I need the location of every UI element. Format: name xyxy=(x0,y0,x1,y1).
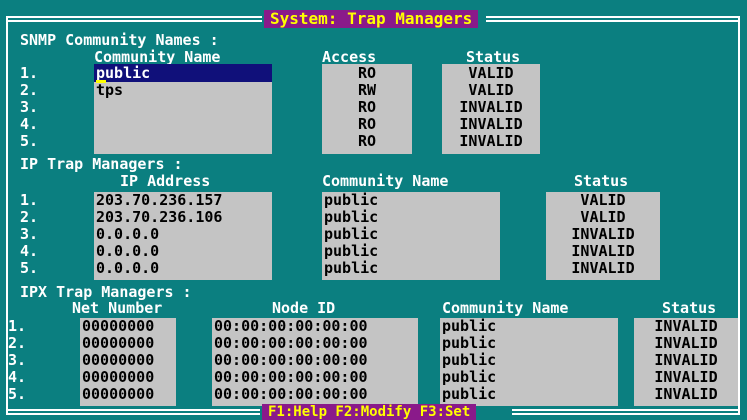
ipx-community-value[interactable]: public xyxy=(442,318,496,335)
ip-status-value[interactable]: VALID xyxy=(546,192,660,209)
snmp-access-value[interactable]: RO xyxy=(322,116,412,133)
ip-status-value[interactable]: INVALID xyxy=(546,260,660,277)
ip-col-status: Status xyxy=(574,172,629,190)
frame-bottom-right-inner xyxy=(512,413,740,415)
ip-heading: IP Trap Managers : xyxy=(20,155,183,173)
frame-top-right-inner xyxy=(486,20,740,22)
ipx-row-num: 3. xyxy=(8,351,27,369)
ip-row-num: 4. xyxy=(20,242,39,260)
snmp-heading: SNMP Community Names : xyxy=(20,31,219,49)
ipx-node-value[interactable]: 00:00:00:00:00:00 xyxy=(214,352,368,369)
ipx-status-value[interactable]: INVALID xyxy=(634,335,738,352)
ip-status-value[interactable]: VALID xyxy=(546,209,660,226)
frame-bottom-left-inner xyxy=(6,413,260,415)
ipx-node-value[interactable]: 00:00:00:00:00:00 xyxy=(214,335,368,352)
ipx-col-net: Net Number xyxy=(72,299,163,317)
ipx-net-value[interactable]: 00000000 xyxy=(82,335,154,352)
snmp-row-num: 1. xyxy=(20,64,39,82)
function-key-bar: F1:Help F2:Modify F3:Set xyxy=(262,404,477,420)
snmp-row-num: 4. xyxy=(20,115,39,133)
frame-top-left-inner xyxy=(6,20,262,22)
ip-row-num: 3. xyxy=(20,225,39,243)
ipx-status-value[interactable]: INVALID xyxy=(634,318,738,335)
ip-address-value[interactable]: 0.0.0.0 xyxy=(96,226,159,243)
ip-community-value[interactable]: public xyxy=(324,226,378,243)
ipx-community-value[interactable]: public xyxy=(442,352,496,369)
ipx-node-value[interactable]: 00:00:00:00:00:00 xyxy=(214,369,368,386)
ip-community-value[interactable]: public xyxy=(324,192,378,209)
ipx-net-value[interactable]: 00000000 xyxy=(82,386,154,403)
snmp-access-value[interactable]: RO xyxy=(322,133,412,150)
snmp-status-value[interactable]: VALID xyxy=(442,82,540,99)
ipx-status-value[interactable]: INVALID xyxy=(634,352,738,369)
ip-address-value[interactable]: 0.0.0.0 xyxy=(96,243,159,260)
snmp-row-num: 3. xyxy=(20,98,39,116)
snmp-status-value[interactable]: VALID xyxy=(442,65,540,82)
ip-community-value[interactable]: public xyxy=(324,209,378,226)
frame-top-right xyxy=(486,16,740,18)
ip-address-value[interactable]: 203.70.236.106 xyxy=(96,209,222,226)
ip-status-value[interactable]: INVALID xyxy=(546,243,660,260)
window-title: System: Trap Managers xyxy=(264,10,479,28)
ipx-net-value[interactable]: 00000000 xyxy=(82,352,154,369)
ipx-status-value[interactable]: INVALID xyxy=(634,386,738,403)
snmp-access-value[interactable]: RW xyxy=(322,82,412,99)
ip-row-num: 1. xyxy=(20,191,39,209)
ipx-node-value[interactable]: 00:00:00:00:00:00 xyxy=(214,386,368,403)
ipx-col-status: Status xyxy=(662,299,717,317)
ipx-community-value[interactable]: public xyxy=(442,369,496,386)
ipx-row-num: 1. xyxy=(8,317,27,335)
snmp-community-name[interactable]: tps xyxy=(96,82,123,99)
ipx-row-num: 5. xyxy=(8,385,27,403)
ip-address-value[interactable]: 0.0.0.0 xyxy=(96,260,159,277)
ipx-net-value[interactable]: 00000000 xyxy=(82,318,154,335)
snmp-row-num: 5. xyxy=(20,132,39,150)
ip-status-value[interactable]: INVALID xyxy=(546,226,660,243)
ip-address-value[interactable]: 203.70.236.157 xyxy=(96,192,222,209)
ipx-node-value[interactable]: 00:00:00:00:00:00 xyxy=(214,318,368,335)
ipx-col-node: Node ID xyxy=(272,299,336,317)
snmp-row-num: 2. xyxy=(20,81,39,99)
snmp-status-value[interactable]: INVALID xyxy=(442,99,540,116)
frame-top-left xyxy=(6,16,262,18)
ipx-community-value[interactable]: public xyxy=(442,335,496,352)
ip-col-address: IP Address xyxy=(120,172,211,190)
frame-bottom-left xyxy=(6,409,260,411)
ipx-net-value[interactable]: 00000000 xyxy=(82,369,154,386)
snmp-access-value[interactable]: RO xyxy=(322,99,412,116)
ip-community-value[interactable]: public xyxy=(324,260,378,277)
snmp-status-value[interactable]: INVALID xyxy=(442,133,540,150)
ip-community-value[interactable]: public xyxy=(324,243,378,260)
frame-right xyxy=(738,16,740,414)
ip-row-num: 5. xyxy=(20,259,39,277)
trap-managers-screen: { "window": { "title": "System: Trap Man… xyxy=(0,0,747,420)
ipx-status-value[interactable]: INVALID xyxy=(634,369,738,386)
ip-col-community: Community Name xyxy=(322,172,449,190)
snmp-status-value[interactable]: INVALID xyxy=(442,116,540,133)
ipx-community-value[interactable]: public xyxy=(442,386,496,403)
ipx-row-num: 4. xyxy=(8,368,27,386)
ipx-row-num: 2. xyxy=(8,334,27,352)
snmp-access-value[interactable]: RO xyxy=(322,65,412,82)
ip-row-num: 2. xyxy=(20,208,39,226)
ipx-col-community: Community Name xyxy=(442,299,569,317)
frame-bottom-right xyxy=(512,409,740,411)
